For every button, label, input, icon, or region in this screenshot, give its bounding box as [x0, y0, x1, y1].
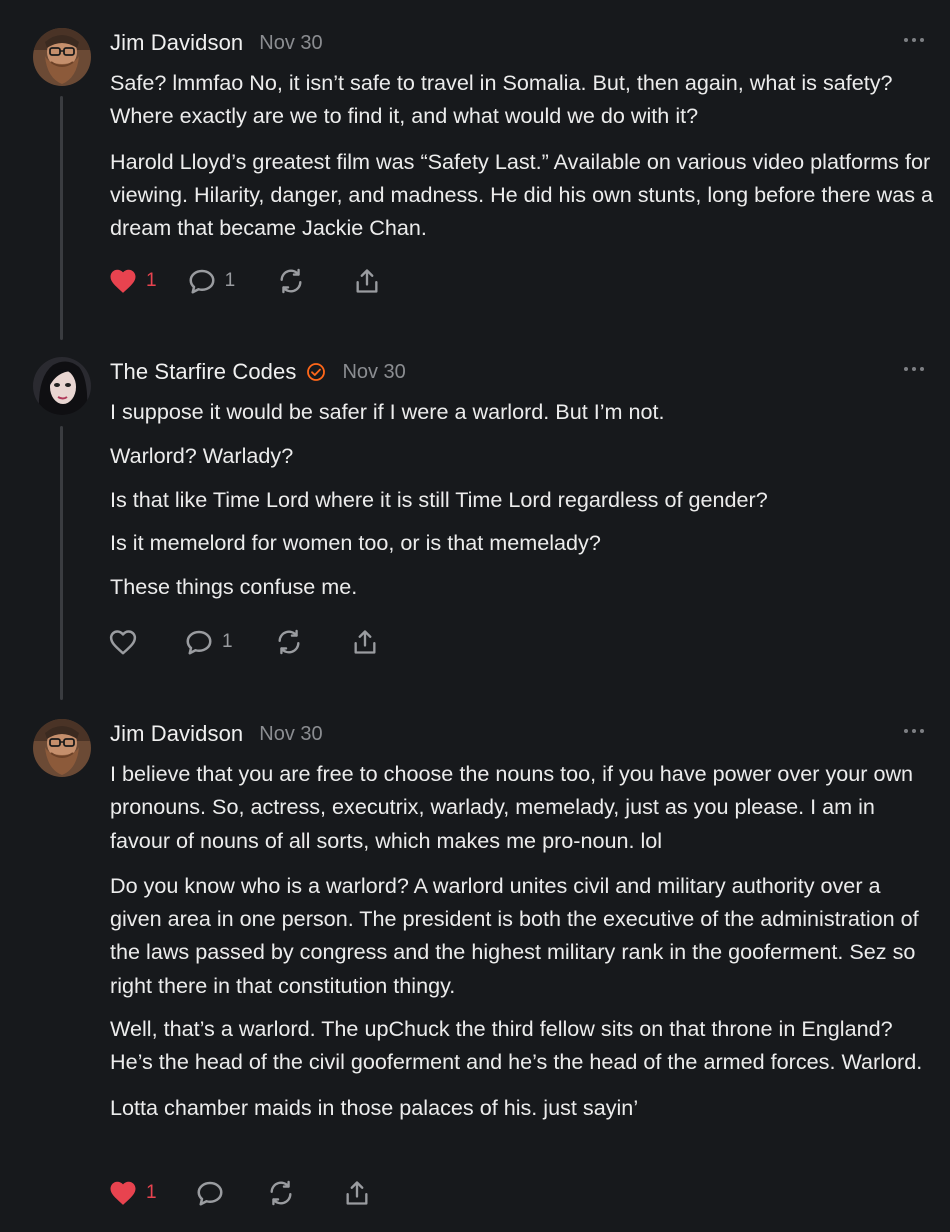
comment-body: I suppose it would be safer if I were a … [110, 395, 936, 603]
heart-icon [108, 1179, 138, 1207]
comment-body: I believe that you are free to choose th… [110, 757, 936, 1124]
share-icon [351, 628, 379, 656]
woman-avatar-icon [33, 357, 91, 415]
share-icon [343, 1179, 371, 1207]
comment-paragraph: Is that like Time Lord where it is still… [110, 486, 768, 512]
avatar[interactable] [33, 28, 91, 86]
reply-button[interactable]: 1 [187, 267, 236, 295]
share-button[interactable] [351, 628, 379, 656]
reply-button[interactable]: 1 [184, 628, 233, 656]
comment-body: Safe? lmmfao No, it isn’t safe to travel… [110, 66, 936, 244]
restack-button[interactable] [275, 628, 303, 656]
author-name[interactable]: Jim Davidson [110, 30, 243, 56]
comment-header: Jim Davidson Nov 30 [110, 719, 323, 749]
comment-bubble-icon [195, 1179, 225, 1207]
restack-button[interactable] [277, 267, 305, 295]
comment-paragraph: I suppose it would be safer if I were a … [110, 399, 665, 424]
like-button[interactable]: 1 [108, 267, 157, 295]
comment-paragraph: Well, that’s a warlord. The upChuck the … [110, 1016, 923, 1075]
bearded-man-avatar-icon [33, 719, 91, 777]
more-options-icon[interactable] [898, 361, 930, 377]
share-icon [353, 267, 381, 295]
comment-date[interactable]: Nov 30 [259, 723, 322, 746]
comment-header: The Starfire Codes Nov 30 [110, 357, 406, 387]
comment-actions: 1 1 [108, 264, 381, 298]
avatar[interactable] [33, 357, 91, 415]
like-button[interactable]: 1 [108, 1179, 157, 1207]
comment-paragraph: Is it memelord for women too, or is that… [110, 530, 601, 556]
comment: The Starfire Codes Nov 30 I suppose it w… [0, 357, 950, 667]
restack-icon [275, 628, 303, 656]
author-name[interactable]: The Starfire Codes [110, 359, 296, 385]
comment-paragraph: Lotta chamber maids in those palaces of … [110, 1094, 639, 1120]
restack-button[interactable] [267, 1179, 295, 1207]
comment-paragraph: Harold Lloyd’s greatest film was “Safety… [110, 148, 934, 241]
avatar[interactable] [33, 719, 91, 777]
heart-icon [108, 267, 138, 295]
comment-paragraph: Safe? lmmfao No, it isn’t safe to travel… [110, 70, 893, 129]
bearded-man-avatar-icon [33, 28, 91, 86]
comment-actions: 1 [108, 1176, 371, 1210]
reply-count: 1 [224, 270, 236, 291]
comment: Jim Davidson Nov 30 Safe? lmmfao No, it … [0, 28, 950, 308]
comment-date[interactable]: Nov 30 [342, 361, 405, 384]
share-button[interactable] [343, 1179, 371, 1207]
comment-actions: 1 [108, 625, 379, 659]
like-count: 1 [146, 270, 157, 291]
reply-button[interactable] [195, 1179, 233, 1207]
comment: Jim Davidson Nov 30 I believe that you a… [0, 719, 950, 1219]
share-button[interactable] [353, 267, 381, 295]
comment-bubble-icon [187, 267, 217, 295]
verified-badge-icon [306, 362, 326, 382]
restack-icon [277, 267, 305, 295]
like-count: 1 [146, 1182, 157, 1203]
heart-icon [108, 628, 138, 656]
more-options-icon[interactable] [898, 32, 930, 48]
comment-header: Jim Davidson Nov 30 [110, 28, 323, 58]
comment-date[interactable]: Nov 30 [259, 32, 322, 55]
comment-paragraph: Warlord? Warlady? [110, 442, 294, 468]
author-name[interactable]: Jim Davidson [110, 721, 243, 747]
reply-count: 1 [222, 631, 233, 652]
comment-paragraph: Do you know who is a warlord? A warlord … [110, 872, 919, 998]
comment-paragraph: I believe that you are free to choose th… [110, 761, 914, 853]
restack-icon [267, 1179, 295, 1207]
comment-bubble-icon [184, 628, 214, 656]
like-button[interactable] [108, 628, 146, 656]
more-options-icon[interactable] [898, 723, 930, 739]
comment-paragraph: These things confuse me. [110, 574, 358, 600]
